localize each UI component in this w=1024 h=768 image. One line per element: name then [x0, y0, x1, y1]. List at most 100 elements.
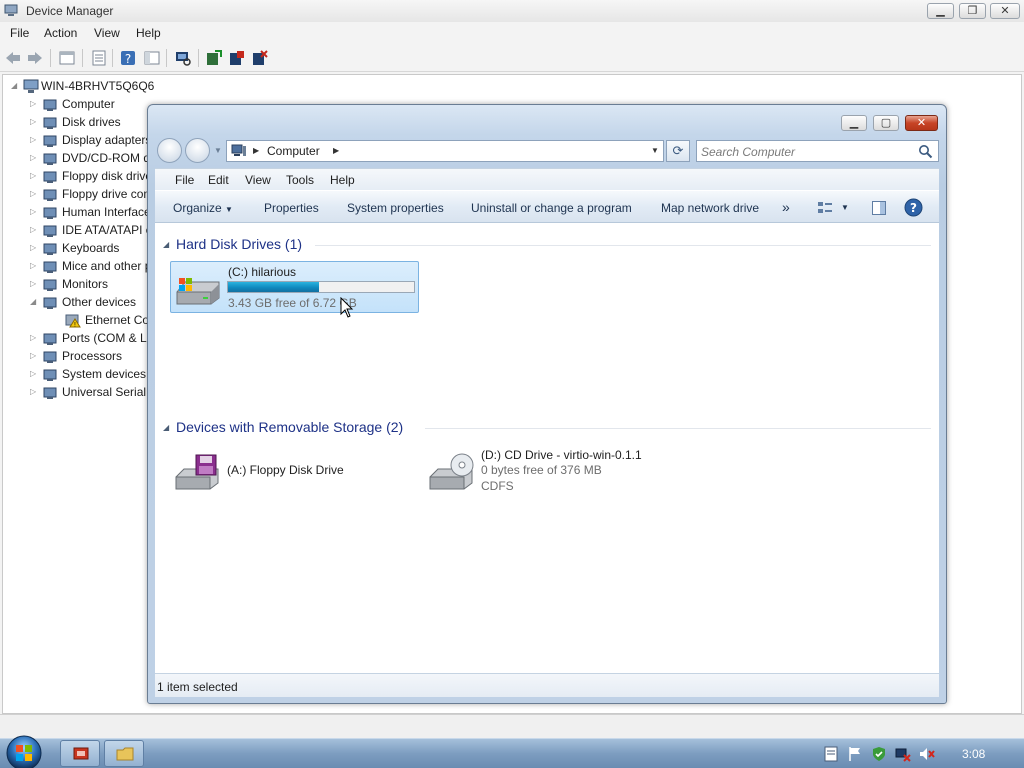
- maximize-button[interactable]: ▢: [873, 115, 899, 131]
- expand-arrow-icon[interactable]: ▷: [30, 135, 36, 144]
- back-button[interactable]: [157, 138, 182, 163]
- properties-button[interactable]: Properties: [264, 201, 319, 215]
- expand-arrow-icon[interactable]: ▷: [30, 351, 36, 360]
- menu-help[interactable]: Help: [136, 26, 161, 40]
- disk-drive-icon: [43, 117, 57, 129]
- menu-action[interactable]: Action: [44, 26, 77, 40]
- drive-usage-bar: [227, 281, 415, 293]
- drive-c-tile[interactable]: (C:) hilarious 3.43 GB free of 6.72 GB: [170, 261, 419, 313]
- expand-arrow-icon[interactable]: ▷: [30, 189, 36, 198]
- close-button[interactable]: ✕: [990, 3, 1020, 19]
- group-removable-storage[interactable]: ◢ Devices with Removable Storage (2): [155, 418, 939, 438]
- back-arrow-icon[interactable]: [4, 49, 22, 67]
- tree-item-label: Monitors: [62, 277, 109, 291]
- network-disconnected-icon[interactable]: [895, 746, 911, 762]
- expand-arrow-icon[interactable]: ▷: [30, 333, 36, 342]
- drive-filesystem: CDFS: [481, 479, 514, 493]
- tree-item-label: Floppy disk drives: [62, 169, 159, 183]
- search-input[interactable]: [701, 144, 911, 159]
- taskbar-device-manager-button[interactable]: [60, 740, 100, 767]
- minimize-button[interactable]: ▁: [841, 115, 867, 131]
- system-devices-icon: [43, 369, 57, 381]
- collapse-arrow-icon[interactable]: ◢: [163, 423, 169, 432]
- notification-icon[interactable]: [823, 746, 839, 762]
- address-bar[interactable]: ▶ Computer ▶ ▼: [226, 140, 664, 162]
- expand-arrow-icon[interactable]: ▷: [30, 171, 36, 180]
- organize-label: Organize: [173, 201, 222, 215]
- update-driver-icon[interactable]: [205, 49, 223, 67]
- view-dropdown-icon[interactable]: ▼: [841, 203, 849, 212]
- floppy-controller-icon: [43, 189, 57, 201]
- expand-arrow-icon[interactable]: ▷: [30, 261, 36, 270]
- expand-arrow-icon[interactable]: ▷: [30, 243, 36, 252]
- menu-help[interactable]: Help: [330, 173, 355, 187]
- status-bar: 1 item selected: [155, 673, 939, 697]
- menu-file[interactable]: File: [10, 26, 29, 40]
- scan-hardware-icon[interactable]: [174, 49, 192, 67]
- menu-edit[interactable]: Edit: [208, 173, 229, 187]
- help-icon[interactable]: ?: [119, 49, 137, 67]
- preview-pane-icon[interactable]: [871, 200, 887, 216]
- search-box[interactable]: [696, 140, 939, 162]
- menu-view[interactable]: View: [94, 26, 120, 40]
- menu-file[interactable]: File: [175, 173, 194, 187]
- minimize-button[interactable]: ▁: [927, 3, 954, 19]
- help-icon[interactable]: ?: [904, 198, 923, 217]
- collapse-arrow-icon[interactable]: ◢: [30, 297, 36, 306]
- restore-button[interactable]: ❐: [959, 3, 986, 19]
- search-icon[interactable]: [918, 144, 933, 159]
- expand-arrow-icon[interactable]: ▷: [30, 225, 36, 234]
- group-title: Hard Disk Drives (1): [176, 236, 303, 252]
- collapse-arrow-icon[interactable]: ◢: [11, 81, 17, 90]
- device-manager-icon: [4, 4, 18, 16]
- expand-arrow-icon[interactable]: ▷: [30, 369, 36, 378]
- drive-a-tile[interactable]: (A:) Floppy Disk Drive: [170, 445, 390, 497]
- taskbar-explorer-button[interactable]: [104, 740, 144, 767]
- uninstall-program-button[interactable]: Uninstall or change a program: [471, 201, 632, 215]
- close-button[interactable]: ✕: [905, 115, 938, 131]
- expand-arrow-icon[interactable]: ▷: [30, 387, 36, 396]
- disable-device-icon[interactable]: [228, 49, 246, 67]
- forward-arrow-icon[interactable]: [26, 49, 44, 67]
- system-properties-button[interactable]: System properties: [347, 201, 444, 215]
- organize-button[interactable]: Organize ▼: [173, 201, 233, 215]
- action-center-flag-icon[interactable]: [847, 746, 863, 762]
- computer-icon: [43, 99, 57, 111]
- refresh-button[interactable]: ⟳: [666, 140, 690, 162]
- window-title: Device Manager: [26, 4, 114, 18]
- show-hidden-icon[interactable]: [143, 49, 161, 67]
- address-dropdown-icon[interactable]: ▼: [651, 146, 659, 155]
- recent-pages-dropdown-icon[interactable]: ▼: [214, 146, 222, 155]
- expand-arrow-icon[interactable]: ▷: [30, 153, 36, 162]
- change-view-icon[interactable]: [817, 200, 833, 216]
- uninstall-device-icon[interactable]: [251, 49, 269, 67]
- map-network-drive-button[interactable]: Map network drive: [661, 201, 759, 215]
- computer-explorer-window: ▁ ▢ ✕ ▼ ▶ Computer ▶ ▼ ⟳ File Edit View …: [147, 104, 947, 704]
- breadcrumb[interactable]: Computer: [267, 144, 320, 158]
- show-hide-console-tree-icon[interactable]: [58, 49, 76, 67]
- collapse-arrow-icon[interactable]: ◢: [163, 240, 169, 249]
- drive-d-tile[interactable]: (D:) CD Drive - virtio-win-0.1.1 0 bytes …: [424, 445, 684, 497]
- device-manager-icon: [73, 747, 89, 760]
- expand-arrow-icon[interactable]: ▷: [30, 279, 36, 288]
- volume-muted-icon[interactable]: [919, 746, 935, 762]
- expand-arrow-icon[interactable]: ▷: [30, 117, 36, 126]
- breadcrumb-arrow-icon[interactable]: ▶: [333, 146, 339, 155]
- menu-view[interactable]: View: [245, 173, 271, 187]
- more-commands-button[interactable]: »: [782, 199, 790, 215]
- menu-tools[interactable]: Tools: [286, 173, 314, 187]
- forward-button[interactable]: [185, 138, 210, 163]
- expand-arrow-icon[interactable]: ▷: [30, 99, 36, 108]
- keyboard-icon: [43, 243, 57, 255]
- properties-icon[interactable]: [90, 49, 108, 67]
- breadcrumb-arrow-icon[interactable]: ▶: [253, 146, 259, 155]
- tree-item-label: Processors: [62, 349, 123, 363]
- security-shield-icon[interactable]: [871, 746, 887, 762]
- floppy-drive-icon: [175, 454, 219, 490]
- menu-bar: File Action View Help: [0, 22, 1024, 44]
- drive-name: (A:) Floppy Disk Drive: [227, 463, 344, 477]
- clock[interactable]: 3:08: [962, 747, 985, 761]
- start-button[interactable]: [2, 733, 46, 768]
- expand-arrow-icon[interactable]: ▷: [30, 207, 36, 216]
- group-hard-disk-drives[interactable]: ◢ Hard Disk Drives (1): [155, 235, 939, 255]
